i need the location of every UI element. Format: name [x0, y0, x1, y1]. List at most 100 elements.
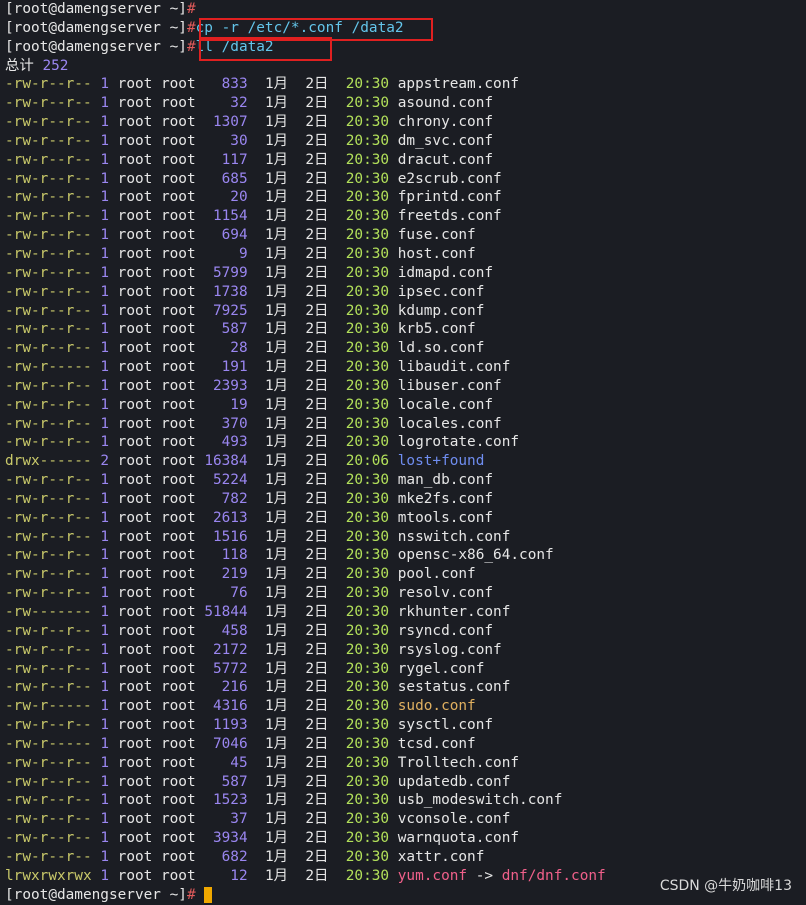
file-name[interactable]: tcsd.conf — [398, 736, 476, 752]
file-row: -rw-r--r-- 1 root root 2393 1月 2日 20:30 … — [5, 377, 805, 396]
file-name[interactable]: rkhunter.conf — [398, 604, 511, 620]
file-name[interactable]: lost+found — [398, 453, 485, 469]
month: 1月 — [256, 114, 289, 131]
mtime: 20:30 — [345, 302, 390, 319]
file-name[interactable]: warnquota.conf — [398, 830, 519, 846]
file-name[interactable]: fuse.conf — [398, 227, 476, 243]
file-size: 682 — [204, 848, 248, 865]
file-name[interactable]: mtools.conf — [398, 510, 493, 526]
mtime: 20:30 — [345, 245, 390, 262]
file-name[interactable]: rsyslog.conf — [398, 642, 502, 658]
total-label: 总计 — [5, 57, 34, 74]
file-name[interactable]: sudo.conf — [398, 698, 476, 714]
file-size: 1307 — [204, 114, 248, 131]
terminal[interactable]: [root@damengserver ~]# [root@damengserve… — [5, 0, 805, 905]
file-name[interactable]: usb_modeswitch.conf — [398, 792, 563, 808]
day: 2日 — [296, 773, 329, 790]
file-name[interactable]: sestatus.conf — [398, 679, 511, 695]
owner: root — [117, 735, 153, 752]
day: 2日 — [296, 867, 329, 884]
file-name[interactable]: dm_svc.conf — [398, 133, 493, 149]
permissions: -rw-r--r-- — [5, 490, 92, 507]
day: 2日 — [296, 170, 329, 187]
file-name[interactable]: rsyncd.conf — [398, 623, 493, 639]
link-count: 1 — [100, 604, 109, 620]
file-name[interactable]: host.conf — [398, 246, 476, 262]
file-name[interactable]: man_db.conf — [398, 472, 493, 488]
file-name[interactable]: chrony.conf — [398, 114, 493, 130]
file-size: 458 — [204, 622, 248, 639]
file-name[interactable]: vconsole.conf — [398, 811, 511, 827]
file-name[interactable]: Trolltech.conf — [398, 755, 519, 771]
file-name[interactable]: nsswitch.conf — [398, 529, 511, 545]
file-name[interactable]: yum.conf — [398, 868, 467, 884]
file-name[interactable]: sysctl.conf — [398, 717, 493, 733]
permissions: -rw-r--r-- — [5, 811, 92, 828]
file-name[interactable]: mke2fs.conf — [398, 491, 493, 507]
file-row: -rw-r--r-- 1 root root 45 1月 2日 20:30 Tr… — [5, 754, 805, 773]
file-size: 51844 — [204, 604, 248, 620]
owner: root — [117, 114, 153, 131]
file-name[interactable]: fprintd.conf — [398, 189, 502, 205]
file-name[interactable]: locale.conf — [398, 397, 493, 413]
day: 2日 — [296, 811, 329, 828]
symlink-target[interactable]: dnf/dnf.conf — [502, 868, 606, 884]
file-row: -rw-r--r-- 1 root root 32 1月 2日 20:30 as… — [5, 94, 805, 113]
mtime: 20:30 — [345, 132, 390, 149]
file-name[interactable]: dracut.conf — [398, 152, 493, 168]
file-name[interactable]: e2scrub.conf — [398, 171, 502, 187]
file-name[interactable]: resolv.conf — [398, 585, 493, 601]
file-name[interactable]: ipsec.conf — [398, 284, 485, 300]
file-name[interactable]: pool.conf — [398, 566, 476, 582]
file-name[interactable]: asound.conf — [398, 95, 493, 111]
day: 2日 — [296, 340, 329, 357]
link-count: 1 — [100, 227, 109, 244]
permissions: -rw-r--r-- — [5, 264, 92, 281]
file-name[interactable]: krb5.conf — [398, 321, 476, 337]
file-name[interactable]: locales.conf — [398, 416, 502, 432]
group: root — [160, 641, 196, 658]
group: root — [160, 189, 196, 206]
link-count: 1 — [100, 528, 109, 545]
file-name[interactable]: logrotate.conf — [398, 434, 519, 450]
file-name[interactable]: opensc-x86_64.conf — [398, 547, 554, 563]
month: 1月 — [256, 717, 289, 734]
group: root — [160, 490, 196, 507]
group: root — [160, 848, 196, 865]
month: 1月 — [256, 132, 289, 149]
day: 2日 — [296, 717, 329, 734]
file-name[interactable]: kdump.conf — [398, 303, 485, 319]
day: 2日 — [296, 622, 329, 639]
text-cursor[interactable] — [204, 886, 213, 903]
month: 1月 — [256, 151, 289, 168]
link-count: 1 — [100, 340, 109, 357]
file-row: -rw-r--r-- 1 root root 370 1月 2日 20:30 l… — [5, 415, 805, 434]
month: 1月 — [256, 340, 289, 357]
file-name[interactable]: rygel.conf — [398, 661, 485, 677]
file-name[interactable]: libaudit.conf — [398, 359, 511, 375]
mtime: 20:30 — [345, 359, 390, 376]
group: root — [160, 679, 196, 696]
owner: root — [117, 264, 153, 281]
file-name[interactable]: appstream.conf — [398, 76, 519, 92]
link-count: 1 — [100, 490, 109, 507]
file-name[interactable]: idmapd.conf — [398, 265, 493, 281]
file-name[interactable]: updatedb.conf — [398, 774, 511, 790]
month: 1月 — [256, 283, 289, 300]
link-count: 1 — [100, 792, 109, 809]
permissions: -rw-r--r-- — [5, 95, 92, 112]
permissions: drwx------ — [5, 453, 92, 470]
file-size: 28 — [204, 340, 248, 357]
mtime: 20:30 — [345, 264, 390, 281]
owner: root — [117, 585, 153, 602]
group: root — [160, 208, 196, 225]
day: 2日 — [296, 415, 329, 432]
file-name[interactable]: freetds.conf — [398, 208, 502, 224]
file-name[interactable]: xattr.conf — [398, 849, 485, 865]
permissions: -rw-r--r-- — [5, 641, 92, 658]
day: 2日 — [296, 114, 329, 131]
file-name[interactable]: ld.so.conf — [398, 340, 485, 356]
permissions: -rw-r--r-- — [5, 792, 92, 809]
group: root — [160, 622, 196, 639]
file-name[interactable]: libuser.conf — [398, 378, 502, 394]
